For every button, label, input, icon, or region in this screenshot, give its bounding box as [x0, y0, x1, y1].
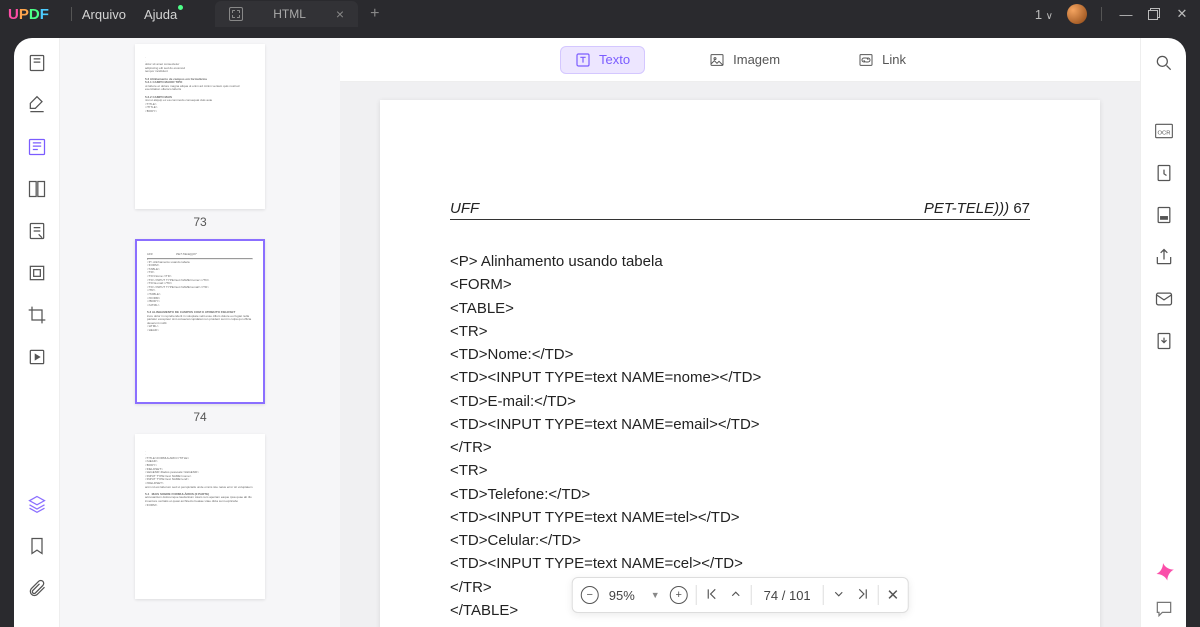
- organize-icon[interactable]: [26, 262, 48, 284]
- image-icon: [709, 52, 725, 68]
- zoom-out-button[interactable]: −: [581, 586, 599, 604]
- tab-html[interactable]: HTML ×: [215, 1, 358, 27]
- share-icon[interactable]: [1153, 246, 1175, 268]
- workspace: ..dolor sit amet consecteturadipiscing e…: [14, 38, 1186, 627]
- redact-icon[interactable]: [1153, 204, 1175, 226]
- protect-icon[interactable]: [1153, 162, 1175, 184]
- thumbnail-74[interactable]: UFF PET-TELE)))67<P> Alinhamento usando …: [110, 239, 290, 424]
- thumbnail-panel[interactable]: ..dolor sit amet consecteturadipiscing e…: [60, 38, 340, 627]
- page-body[interactable]: <P> Alinhamento usando tabela <FORM> <TA…: [450, 250, 1030, 627]
- left-toolbar: [14, 38, 60, 627]
- avatar[interactable]: [1067, 4, 1087, 24]
- main-area: Texto Imagem Link UFF PET-TELE))) 67 <P>…: [340, 38, 1140, 627]
- layers-icon[interactable]: [26, 493, 48, 515]
- next-page-button[interactable]: [832, 587, 846, 604]
- svg-text:OCR: OCR: [1157, 130, 1170, 136]
- thumbnail-75[interactable]: ..<TITLE>FORMULARIO</TITLE></HEAD><BODY>…: [110, 434, 290, 599]
- minimize-button[interactable]: —: [1116, 4, 1136, 24]
- copilot-icon[interactable]: [1150, 561, 1176, 587]
- prev-page-button[interactable]: [729, 587, 743, 604]
- logo: UPDF: [8, 6, 49, 23]
- thumbnail-73[interactable]: ..dolor sit amet consecteturadipiscing e…: [110, 44, 290, 229]
- page-viewport[interactable]: UFF PET-TELE))) 67 <P> Alinhamento usand…: [340, 82, 1140, 627]
- reader-icon[interactable]: [26, 52, 48, 74]
- notification-dot: [178, 5, 183, 10]
- zoom-in-button[interactable]: +: [670, 586, 688, 604]
- window-controls: 1 ∨ — ✕: [1035, 4, 1192, 24]
- chat-icon[interactable]: [1154, 599, 1174, 619]
- tabbar: HTML × +: [215, 1, 379, 27]
- close-button[interactable]: ✕: [1172, 4, 1192, 24]
- mode-link[interactable]: Link: [844, 47, 920, 73]
- edit-text-icon[interactable]: [26, 136, 48, 158]
- attachment-icon[interactable]: [26, 577, 48, 599]
- ocr-icon[interactable]: OCR: [1153, 120, 1175, 142]
- maximize-button[interactable]: [1144, 4, 1164, 24]
- menu-ajuda[interactable]: Ajuda: [144, 7, 177, 22]
- close-icon[interactable]: ×: [336, 6, 344, 22]
- menu-arquivo[interactable]: Arquivo: [82, 7, 126, 22]
- search-icon[interactable]: [1153, 52, 1175, 74]
- text-icon: [575, 52, 591, 68]
- last-page-button[interactable]: [856, 587, 870, 604]
- separator: [71, 7, 72, 21]
- crop-icon[interactable]: [26, 304, 48, 326]
- zoom-percent: 95%: [609, 588, 641, 603]
- tab-title: HTML: [273, 7, 306, 21]
- right-toolbar: OCR: [1140, 38, 1186, 627]
- thumb-num: 74: [110, 410, 290, 424]
- page-header-left: UFF: [450, 200, 479, 217]
- page-indicator[interactable]: 74 / 101: [760, 588, 815, 603]
- first-page-button[interactable]: [705, 587, 719, 604]
- document-icon: [229, 7, 243, 21]
- form-icon[interactable]: [26, 220, 48, 242]
- titlebar: UPDF Arquivo Ajuda HTML × + 1 ∨ — ✕: [0, 0, 1200, 28]
- mode-toolbar: Texto Imagem Link: [340, 38, 1140, 82]
- highlight-icon[interactable]: [26, 94, 48, 116]
- mode-texto[interactable]: Texto: [560, 46, 645, 74]
- link-icon: [858, 52, 874, 68]
- mode-imagem[interactable]: Imagem: [695, 47, 794, 73]
- tab-count[interactable]: 1 ∨: [1035, 7, 1053, 22]
- page-header-right: PET-TELE))) 67: [924, 200, 1030, 217]
- close-toolbar-button[interactable]: ✕: [887, 586, 900, 604]
- slideshow-icon[interactable]: [26, 346, 48, 368]
- bookmark-icon[interactable]: [26, 535, 48, 557]
- pages-icon[interactable]: [26, 178, 48, 200]
- add-tab-button[interactable]: +: [370, 5, 379, 23]
- zoom-toolbar: − 95% ▼ + 74 / 101 ✕: [572, 577, 909, 613]
- export-icon[interactable]: [1153, 330, 1175, 352]
- header-rule: [450, 219, 1030, 220]
- thumb-num: 73: [110, 215, 290, 229]
- zoom-dropdown[interactable]: ▼: [651, 590, 660, 600]
- email-icon[interactable]: [1153, 288, 1175, 310]
- pdf-page[interactable]: UFF PET-TELE))) 67 <P> Alinhamento usand…: [380, 100, 1100, 627]
